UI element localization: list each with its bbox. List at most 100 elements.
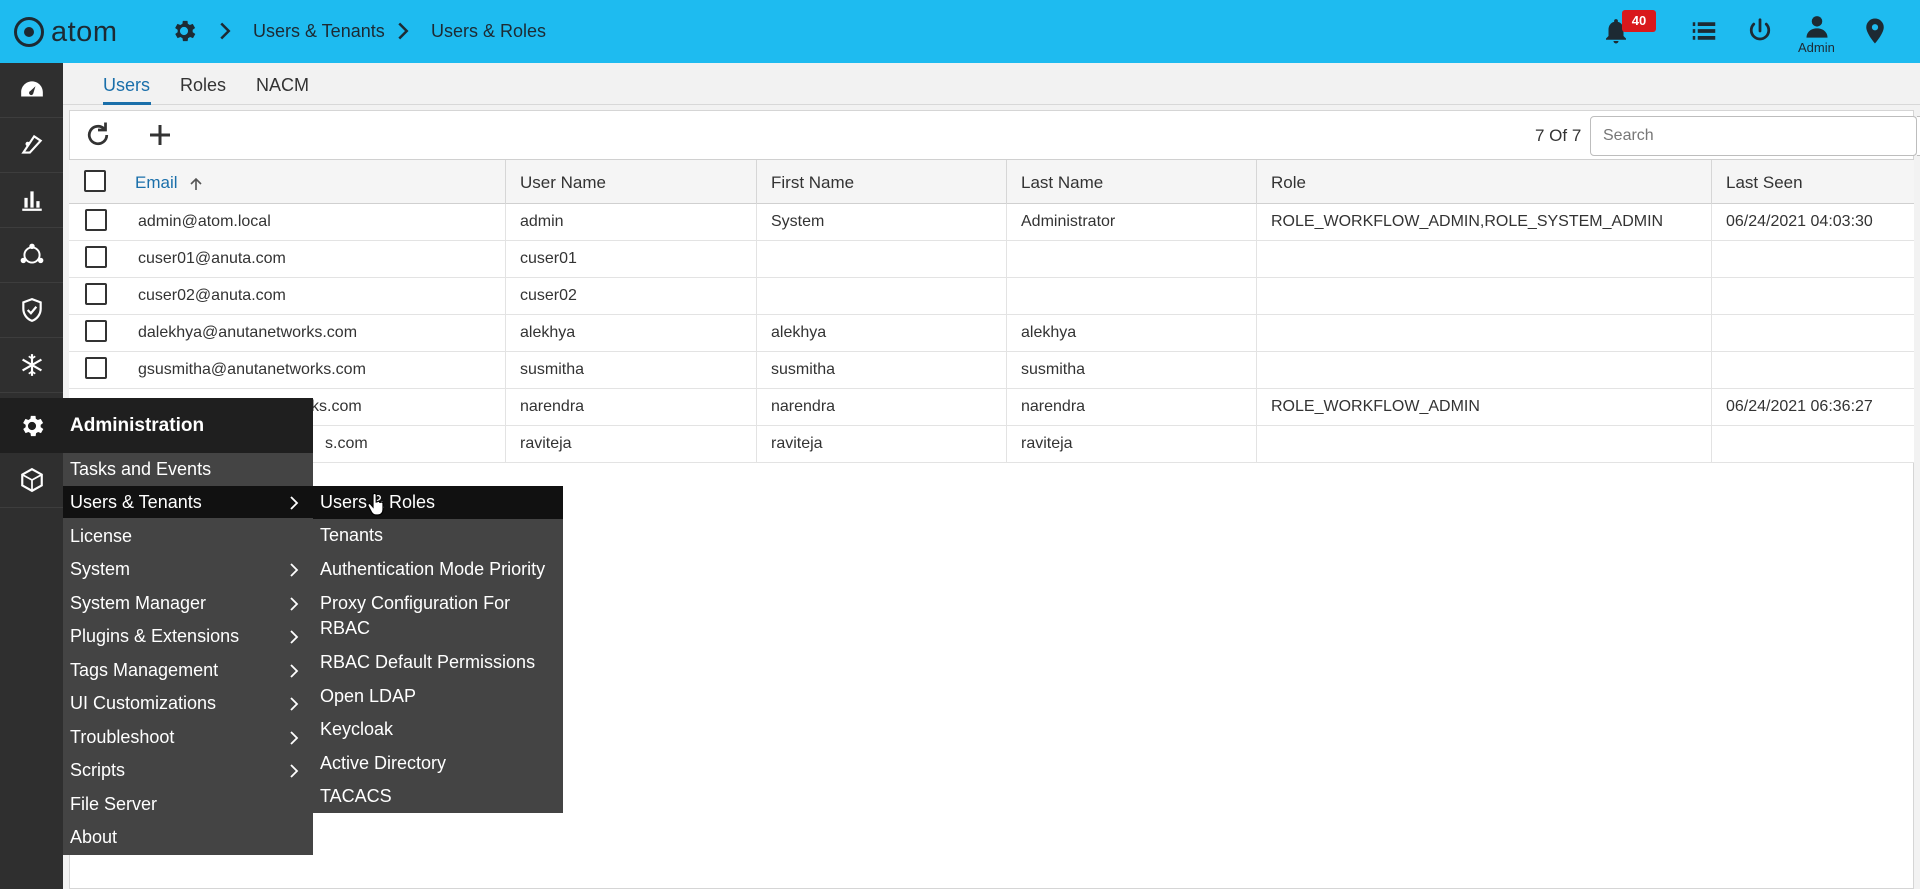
menu-item-file-server[interactable]: File Server <box>63 788 313 820</box>
administration-menu: Tasks and Events Users & Tenants License… <box>63 453 313 855</box>
table-row[interactable]: cuser02@anuta.com cuser02 <box>69 278 1914 315</box>
menu-item-about[interactable]: About <box>63 821 313 853</box>
administration-menu-header[interactable]: Administration <box>0 398 313 453</box>
row-checkbox[interactable] <box>85 246 107 268</box>
column-header-lastseen[interactable]: Last Seen <box>1711 160 1914 205</box>
location-pin-icon[interactable] <box>1860 16 1890 46</box>
user-label[interactable]: Admin <box>1798 40 1835 55</box>
submenu-item-open-ldap[interactable]: Open LDAP <box>313 684 563 709</box>
nav-services[interactable] <box>0 338 63 393</box>
column-header-role[interactable]: Role <box>1256 160 1711 205</box>
submenu-item-tenants[interactable]: Tenants <box>313 523 563 548</box>
hand-cursor-icon <box>367 493 384 516</box>
list-view-icon[interactable] <box>1689 16 1719 46</box>
cell-first-name <box>756 241 1006 278</box>
column-header-lastname[interactable]: Last Name <box>1006 160 1256 205</box>
menu-item-license[interactable]: License <box>63 520 313 552</box>
cell-username: alekhya <box>505 315 756 352</box>
menu-item-system-manager[interactable]: System Manager <box>63 587 313 619</box>
column-header-username[interactable]: User Name <box>505 160 756 205</box>
menu-item-tasks-events[interactable]: Tasks and Events <box>63 453 313 485</box>
column-header-label: Email <box>135 173 178 192</box>
submenu-item-users-roles[interactable]: Users & Roles <box>313 486 563 519</box>
chevron-right-icon <box>220 22 231 40</box>
notification-badge[interactable]: 40 <box>1622 10 1656 32</box>
menu-item-plugins-extensions[interactable]: Plugins & Extensions <box>63 620 313 652</box>
tab-nacm[interactable]: NACM <box>256 69 309 105</box>
select-all-checkbox[interactable] <box>84 170 106 192</box>
column-header-email[interactable]: Email <box>121 160 505 205</box>
breadcrumb-users-tenants[interactable]: Users & Tenants <box>253 21 385 42</box>
user-avatar-icon[interactable] <box>1803 12 1831 40</box>
cell-last-name <box>1006 278 1256 315</box>
table-row[interactable]: s.com raviteja raviteja raviteja <box>69 426 1914 463</box>
row-checkbox[interactable] <box>85 283 107 305</box>
menu-item-users-tenants[interactable]: Users & Tenants <box>63 486 313 518</box>
nav-packages[interactable] <box>0 453 63 508</box>
app-logo[interactable]: atom <box>14 16 117 48</box>
row-checkbox[interactable] <box>85 357 107 379</box>
cell-last-seen: 06/24/2021 04:03:30 <box>1711 204 1914 241</box>
column-header-firstname[interactable]: First Name <box>756 160 1006 205</box>
table-row[interactable]: ks.com narendra narendra narendra ROLE_W… <box>69 389 1914 426</box>
chevron-right-icon <box>290 630 299 644</box>
search-input[interactable] <box>1591 117 1918 155</box>
chevron-right-icon <box>290 731 299 745</box>
cell-last-seen: 06/24/2021 06:36:27 <box>1711 389 1914 426</box>
cell-last-name: narendra <box>1006 389 1256 426</box>
dashboard-gauge-icon <box>20 81 43 97</box>
nav-dashboard[interactable] <box>0 63 63 118</box>
settings-gear-icon[interactable] <box>170 17 198 45</box>
cell-last-seen <box>1711 426 1914 463</box>
nav-devices[interactable] <box>0 118 63 173</box>
menu-item-tags-management[interactable]: Tags Management <box>63 654 313 686</box>
table-row[interactable]: admin@atom.local admin System Administra… <box>69 204 1914 241</box>
nav-reports[interactable] <box>0 173 63 228</box>
topology-icon <box>20 243 43 264</box>
submenu-item-auth-mode-priority[interactable]: Authentication Mode Priority <box>313 557 563 582</box>
nav-compliance[interactable] <box>0 283 63 338</box>
chevron-right-icon <box>398 22 409 40</box>
cell-first-name <box>756 278 1006 315</box>
logo-text: atom <box>51 15 118 48</box>
menu-item-label: Scripts <box>70 760 126 780</box>
cell-last-seen <box>1711 352 1914 389</box>
cell-username: narendra <box>505 389 756 426</box>
submenu-item-tacacs[interactable]: TACACS <box>313 784 563 809</box>
cell-username: admin <box>505 204 756 241</box>
refresh-icon[interactable] <box>82 120 114 150</box>
chevron-right-icon <box>290 764 299 778</box>
menu-item-system[interactable]: System <box>63 553 313 585</box>
submenu-item-rbac-default-permissions[interactable]: RBAC Default Permissions <box>313 650 563 675</box>
add-icon[interactable] <box>144 120 176 150</box>
tab-users[interactable]: Users <box>103 69 151 105</box>
cell-email: dalekhya@anutanetworks.com <box>138 324 358 341</box>
submenu-item-keycloak[interactable]: Keycloak <box>313 717 563 742</box>
power-icon[interactable] <box>1745 16 1775 46</box>
menu-item-troubleshoot[interactable]: Troubleshoot <box>63 721 313 753</box>
chevron-right-icon <box>290 697 299 711</box>
cell-last-seen <box>1711 241 1914 278</box>
table-row[interactable]: gsusmitha@anutanetworks.com susmitha sus… <box>69 352 1914 389</box>
menu-item-label: Plugins & Extensions <box>70 626 240 646</box>
submenu-item-proxy-config-rbac[interactable]: Proxy Configuration For RBAC <box>313 591 533 641</box>
cell-last-name: alekhya <box>1006 315 1256 352</box>
table-row[interactable]: dalekhya@anutanetworks.com alekhya alekh… <box>69 315 1914 352</box>
chevron-right-icon <box>290 563 299 577</box>
cell-username: cuser02 <box>505 278 756 315</box>
table-row[interactable]: cuser01@anuta.com cuser01 <box>69 241 1914 278</box>
breadcrumb-users-roles[interactable]: Users & Roles <box>431 21 546 42</box>
cell-role <box>1256 241 1711 278</box>
row-checkbox[interactable] <box>85 320 107 342</box>
menu-item-scripts[interactable]: Scripts <box>63 754 313 786</box>
tab-roles[interactable]: Roles <box>180 69 226 105</box>
sort-ascending-icon[interactable] <box>188 176 204 192</box>
cube-network-icon <box>20 467 43 493</box>
submenu-item-active-directory[interactable]: Active Directory <box>313 751 563 776</box>
cell-role <box>1256 315 1711 352</box>
nav-topology[interactable] <box>0 228 63 283</box>
cell-email: cuser02@anuta.com <box>138 287 286 304</box>
top-bar: atom Users & Tenants Users & Roles 40 Ad… <box>0 0 1920 63</box>
row-checkbox[interactable] <box>85 209 107 231</box>
menu-item-ui-customizations[interactable]: UI Customizations <box>63 687 313 719</box>
